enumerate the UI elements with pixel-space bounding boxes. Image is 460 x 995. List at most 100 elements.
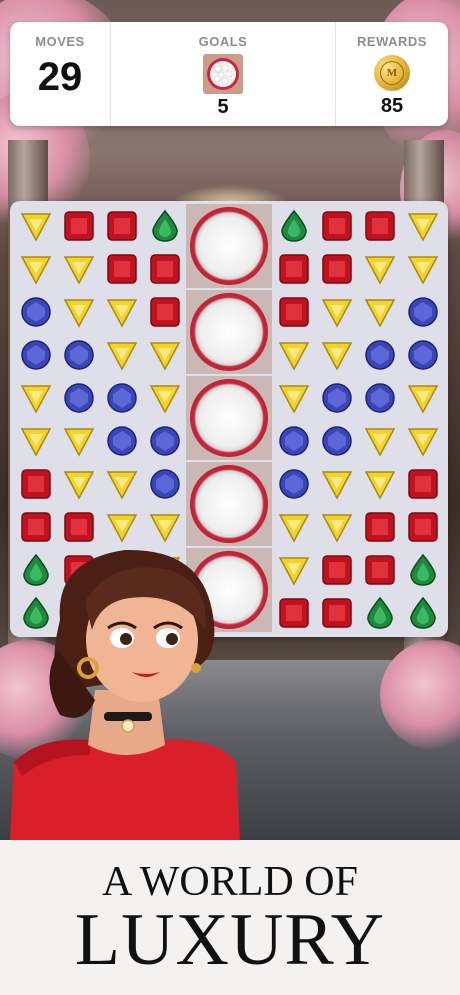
topaz-gem-cell[interactable] — [272, 505, 315, 548]
sapphire-gem-cell[interactable] — [57, 376, 100, 419]
sapphire-gem-cell[interactable] — [14, 333, 57, 376]
ruby-gem-cell[interactable] — [272, 290, 315, 333]
sapphire-gem-icon — [407, 339, 438, 370]
emerald-gem-cell[interactable] — [272, 204, 315, 247]
topaz-gem-icon — [407, 212, 438, 242]
topaz-gem-cell[interactable] — [358, 462, 401, 505]
topaz-gem-icon — [364, 470, 395, 500]
topaz-gem-cell[interactable] — [358, 247, 401, 290]
topaz-gem-cell[interactable] — [315, 290, 358, 333]
sapphire-gem-icon — [321, 425, 352, 456]
ruby-gem-cell[interactable] — [315, 548, 358, 591]
tagline-line2: LUXURY — [74, 899, 386, 981]
topaz-gem-icon — [20, 212, 51, 242]
topaz-gem-cell[interactable] — [57, 462, 100, 505]
sapphire-gem-cell[interactable] — [272, 419, 315, 462]
sapphire-gem-cell[interactable] — [401, 333, 444, 376]
emerald-gem-cell[interactable] — [358, 591, 401, 634]
emerald-gem-icon — [409, 596, 436, 629]
topaz-gem-cell[interactable] — [315, 462, 358, 505]
topaz-gem-cell[interactable] — [358, 419, 401, 462]
ruby-gem-cell[interactable] — [57, 204, 100, 247]
topaz-gem-cell[interactable] — [315, 505, 358, 548]
rose-bouquet-blocker[interactable] — [186, 376, 272, 460]
ruby-gem-cell[interactable] — [358, 548, 401, 591]
sapphire-gem-cell[interactable] — [57, 333, 100, 376]
ruby-gem-cell[interactable] — [315, 247, 358, 290]
ruby-gem-cell[interactable] — [143, 247, 186, 290]
topaz-gem-cell[interactable] — [315, 333, 358, 376]
topaz-gem-cell[interactable] — [401, 204, 444, 247]
topaz-gem-icon — [364, 298, 395, 328]
sapphire-gem-cell[interactable] — [143, 462, 186, 505]
ruby-gem-cell[interactable] — [14, 462, 57, 505]
topaz-gem-icon — [106, 513, 137, 543]
sapphire-gem-cell[interactable] — [315, 376, 358, 419]
topaz-gem-cell[interactable] — [57, 290, 100, 333]
ruby-gem-icon — [106, 210, 137, 241]
ruby-gem-cell[interactable] — [401, 505, 444, 548]
ruby-gem-icon — [278, 253, 309, 284]
topaz-gem-cell[interactable] — [14, 247, 57, 290]
sapphire-gem-cell[interactable] — [358, 376, 401, 419]
topaz-gem-cell[interactable] — [272, 376, 315, 419]
ruby-gem-cell[interactable] — [315, 204, 358, 247]
topaz-gem-cell[interactable] — [100, 462, 143, 505]
emerald-gem-cell[interactable] — [143, 204, 186, 247]
topaz-gem-cell[interactable] — [14, 419, 57, 462]
topaz-gem-cell[interactable] — [401, 376, 444, 419]
topaz-gem-icon — [149, 341, 180, 371]
topaz-gem-icon — [63, 255, 94, 285]
rose-bouquet-blocker[interactable] — [186, 462, 272, 546]
ruby-gem-cell[interactable] — [315, 591, 358, 634]
topaz-gem-icon — [364, 255, 395, 285]
topaz-gem-cell[interactable] — [143, 333, 186, 376]
topaz-gem-cell[interactable] — [57, 247, 100, 290]
moves-panel: MOVES 29 — [10, 22, 110, 126]
sapphire-gem-cell[interactable] — [100, 419, 143, 462]
sapphire-gem-cell[interactable] — [401, 290, 444, 333]
topaz-gem-cell[interactable] — [14, 376, 57, 419]
topaz-gem-icon — [321, 470, 352, 500]
topaz-gem-cell[interactable] — [401, 247, 444, 290]
topaz-gem-cell[interactable] — [100, 333, 143, 376]
topaz-gem-icon — [278, 556, 309, 586]
sapphire-gem-cell[interactable] — [143, 419, 186, 462]
rose-bouquet-blocker[interactable] — [186, 204, 272, 288]
ruby-gem-cell[interactable] — [272, 591, 315, 634]
ruby-gem-icon — [20, 511, 51, 542]
sapphire-gem-cell[interactable] — [100, 376, 143, 419]
ruby-gem-icon — [149, 296, 180, 327]
topaz-gem-cell[interactable] — [100, 290, 143, 333]
ruby-gem-cell[interactable] — [401, 462, 444, 505]
topaz-gem-icon — [63, 298, 94, 328]
topaz-gem-cell[interactable] — [358, 290, 401, 333]
topaz-gem-icon — [106, 341, 137, 371]
ruby-gem-icon — [321, 210, 352, 241]
sapphire-gem-icon — [63, 382, 94, 413]
topaz-gem-cell[interactable] — [272, 548, 315, 591]
ruby-gem-cell[interactable] — [358, 505, 401, 548]
sapphire-gem-cell[interactable] — [315, 419, 358, 462]
topaz-gem-icon — [20, 255, 51, 285]
ruby-gem-cell[interactable] — [358, 204, 401, 247]
topaz-gem-cell[interactable] — [57, 419, 100, 462]
ruby-gem-cell[interactable] — [100, 247, 143, 290]
sapphire-gem-cell[interactable] — [14, 290, 57, 333]
sapphire-gem-cell[interactable] — [272, 462, 315, 505]
ruby-gem-cell[interactable] — [272, 247, 315, 290]
ruby-gem-icon — [407, 511, 438, 542]
promo-footer: A WORLD OF LUXURY — [0, 840, 460, 995]
topaz-gem-cell[interactable] — [14, 204, 57, 247]
topaz-gem-cell[interactable] — [143, 376, 186, 419]
ruby-gem-cell[interactable] — [143, 290, 186, 333]
topaz-gem-icon — [364, 427, 395, 457]
sapphire-gem-cell[interactable] — [358, 333, 401, 376]
topaz-gem-cell[interactable] — [272, 333, 315, 376]
emerald-gem-cell[interactable] — [401, 591, 444, 634]
topaz-gem-cell[interactable] — [401, 419, 444, 462]
ruby-gem-cell[interactable] — [100, 204, 143, 247]
rose-bouquet-icon — [190, 379, 268, 457]
rose-bouquet-blocker[interactable] — [186, 290, 272, 374]
emerald-gem-cell[interactable] — [401, 548, 444, 591]
